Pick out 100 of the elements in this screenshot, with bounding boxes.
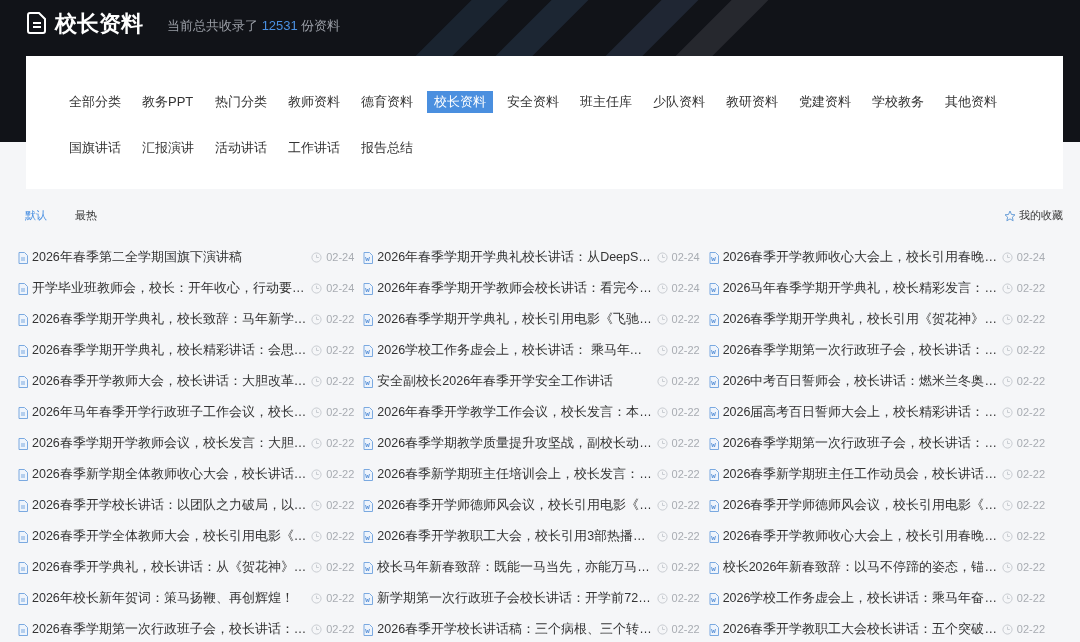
- file-icon: [18, 623, 28, 636]
- clock-icon: [656, 500, 668, 511]
- article-link[interactable]: 2026年春季学期开学教师会校长讲话：看完今…: [377, 279, 652, 298]
- article-link[interactable]: 2026春季学期第一次行政班子会，校长讲话：…: [32, 620, 307, 639]
- clock-icon: [656, 438, 668, 449]
- article-link[interactable]: 2026春季学期开学典礼，校长引用《贺花神》…: [722, 310, 997, 329]
- date-text: 02-22: [326, 343, 355, 359]
- file-icon: [18, 561, 28, 574]
- word-file-icon: [363, 468, 374, 481]
- file-icon: [18, 344, 28, 357]
- article-link[interactable]: 2026春季开学典礼，校长讲话：从《贺花神》…: [32, 558, 307, 577]
- category-tab[interactable]: 教研资料: [719, 91, 785, 113]
- date-text: 02-22: [671, 529, 700, 545]
- article-link[interactable]: 开学毕业班教师会，校长：开年收心，行动要…: [32, 279, 305, 298]
- category-tab[interactable]: 工作讲话: [281, 136, 347, 158]
- article-link[interactable]: 2026春季开学教师大会，校长讲话：大胆改革…: [32, 372, 307, 391]
- clock-icon: [1001, 252, 1013, 263]
- category-tab[interactable]: 教师资料: [281, 91, 347, 113]
- article-link[interactable]: 2026马年春季学期开学典礼，校长精彩发言：…: [722, 279, 997, 298]
- clock-icon: [311, 283, 323, 294]
- article-link[interactable]: 2026春季开学教职工大会校长讲话：五个突破…: [722, 620, 997, 639]
- article-link[interactable]: 2026春季学期第一次行政班子会，校长讲话：…: [722, 341, 997, 360]
- category-tab[interactable]: 学校教务: [865, 91, 931, 113]
- date-text: 02-22: [671, 467, 700, 483]
- clock-icon: [1001, 624, 1013, 635]
- clock-icon: [311, 531, 323, 542]
- article-link[interactable]: 2026春季新学期班主任工作动员会，校长讲话…: [722, 465, 997, 484]
- article-link[interactable]: 新学期第一次行政班子会校长讲话：开学前72…: [377, 589, 651, 608]
- word-file-icon: [363, 592, 374, 605]
- word-file-icon: [708, 468, 719, 481]
- clock-icon: [656, 469, 668, 480]
- article-link[interactable]: 2026春季开学师德师风会议，校长引用电影《…: [722, 496, 997, 515]
- category-tab[interactable]: 汇报演讲: [135, 136, 201, 158]
- clock-icon: [1001, 438, 1013, 449]
- date-text: 02-22: [671, 343, 700, 359]
- date-text: 02-22: [1016, 591, 1045, 607]
- clock-icon: [1001, 314, 1013, 325]
- date-text: 02-22: [671, 436, 700, 452]
- clock-icon: [1001, 345, 1013, 356]
- article-link[interactable]: 2026春季学期开学典礼，校长引用电影《飞驰…: [377, 310, 652, 329]
- article-link[interactable]: 2026中考百日誓师会，校长讲话：燃米兰冬奥…: [722, 372, 997, 391]
- category-tab[interactable]: 活动讲话: [208, 136, 274, 158]
- category-tab[interactable]: 教务PPT: [135, 91, 201, 113]
- category-tab[interactable]: 安全资料: [500, 91, 566, 113]
- date-text: 02-22: [1016, 622, 1045, 638]
- article-link[interactable]: 2026届高考百日誓师大会上，校长精彩讲话：…: [722, 403, 997, 422]
- article-link[interactable]: 2026春季学期开学典礼，校长致辞：马年新学…: [32, 310, 307, 329]
- category-tab[interactable]: 德育资料: [354, 91, 420, 113]
- article-link[interactable]: 2026年校长新年贺词：策马扬鞭、再创辉煌！: [32, 589, 294, 608]
- clock-icon: [311, 438, 323, 449]
- date-text: 02-22: [326, 312, 355, 328]
- article-link[interactable]: 2026春季开学教师收心大会上，校长引用春晚…: [722, 527, 997, 546]
- clock-icon: [1001, 469, 1013, 480]
- article-link[interactable]: 2026春季开学教职工大会，校长引用3部热播…: [377, 527, 646, 546]
- article-link[interactable]: 2026年春季学期开学典礼校长讲话：从DeepS…: [377, 248, 651, 267]
- article-link[interactable]: 2026春季开学教师收心大会上，校长引用春晚…: [722, 248, 997, 267]
- category-tab[interactable]: 少队资料: [646, 91, 712, 113]
- file-icon: [18, 530, 28, 543]
- article-link[interactable]: 2026春季开学全体教师大会，校长引用电影《…: [32, 527, 307, 546]
- word-file-icon: [363, 251, 374, 264]
- file-icon: [18, 313, 28, 326]
- date-text: 02-22: [326, 374, 355, 390]
- date-text: 02-22: [671, 405, 700, 421]
- article-link[interactable]: 2026年春季第二全学期国旗下演讲稿: [32, 248, 242, 267]
- category-tab[interactable]: 党建资料: [792, 91, 858, 113]
- sort-tab[interactable]: 最热: [68, 207, 104, 224]
- date-text: 02-22: [1016, 374, 1045, 390]
- category-tab[interactable]: 班主任库: [573, 91, 639, 113]
- category-tab[interactable]: 国旗讲话: [62, 136, 128, 158]
- article-link[interactable]: 2026学校工作务虚会上，校长讲话： 乘马年…: [377, 341, 643, 360]
- article-link[interactable]: 2026春季开学校长讲话稿：三个病根、三个转…: [377, 620, 652, 639]
- document-icon: [27, 12, 47, 34]
- word-file-icon: [363, 561, 374, 574]
- date-text: 02-22: [326, 436, 355, 452]
- date-text: 02-22: [326, 529, 355, 545]
- article-link[interactable]: 校长2026年新春致辞：以马不停蹄的姿态，锚…: [722, 558, 997, 577]
- category-tab[interactable]: 全部分类: [62, 91, 128, 113]
- word-file-icon: [363, 375, 374, 388]
- favorites-link[interactable]: 我的收藏: [1004, 207, 1063, 224]
- date-text: 02-22: [326, 467, 355, 483]
- article-link[interactable]: 2026春季学期开学教师会议，校长发言：大胆…: [32, 434, 307, 453]
- category-tab[interactable]: 报告总结: [354, 136, 420, 158]
- article-link[interactable]: 2026春季新学期全体教师收心大会，校长讲话…: [32, 465, 307, 484]
- category-tab[interactable]: 热门分类: [208, 91, 274, 113]
- article-link[interactable]: 2026春季新学期班主任培训会上，校长发言：…: [377, 465, 652, 484]
- article-link[interactable]: 2026学校工作务虚会上，校长讲话：乘马年奋…: [722, 589, 997, 608]
- word-file-icon: [708, 406, 719, 419]
- date-text: 02-24: [671, 250, 700, 266]
- article-link[interactable]: 安全副校长2026年春季开学安全工作讲话: [377, 372, 614, 391]
- word-file-icon: [708, 344, 719, 357]
- article-link[interactable]: 2026年春季开学教学工作会议，校长发言：本…: [377, 403, 652, 422]
- article-link[interactable]: 2026春季开学师德师风会议，校长引用电影《…: [377, 496, 652, 515]
- article-link[interactable]: 校长马年新春致辞：既能一马当先，亦能万马…: [377, 558, 650, 577]
- article-link[interactable]: 2026春季学期教学质量提升攻坚战，副校长动…: [377, 434, 652, 453]
- article-link[interactable]: 2026春季学期第一次行政班子会，校长讲话：…: [722, 434, 997, 453]
- clock-icon: [656, 531, 668, 542]
- article-link[interactable]: 2026春季开学校长讲话：以团队之力破局，以…: [32, 496, 307, 515]
- category-tab[interactable]: 其他资料: [938, 91, 1004, 113]
- article-link[interactable]: 2026春季学期开学典礼，校长精彩讲话：会思…: [32, 341, 307, 360]
- article-link[interactable]: 2026年马年春季开学行政班子工作会议，校长…: [32, 403, 307, 422]
